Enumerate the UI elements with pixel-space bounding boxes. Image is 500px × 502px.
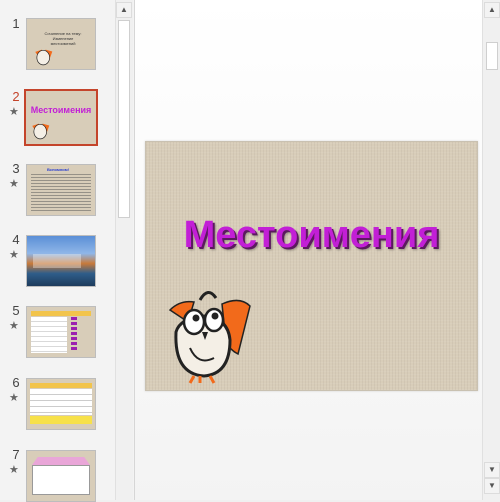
thumbnail-title: Вспомним! [47, 167, 70, 172]
slide-thumbnail-2[interactable]: Местоимения [24, 89, 98, 146]
scroll-down-button[interactable]: ▼ [484, 462, 500, 478]
owl-icon [168, 291, 251, 384]
slide-thumbnail-6[interactable] [26, 378, 96, 430]
thumbnail-text-lines [31, 174, 91, 212]
animation-star-icon: ★ [9, 320, 19, 332]
slide-title[interactable]: Местоимения [146, 214, 477, 257]
slide-number: 1 [12, 16, 20, 31]
animation-star-icon: ★ [9, 106, 19, 118]
scroll-up-button[interactable]: ▲ [116, 2, 132, 18]
scroll-page-down-button[interactable]: ▼ [484, 478, 500, 494]
slide-number: 4 [12, 232, 20, 247]
current-slide[interactable]: Местоимения [145, 141, 478, 391]
thumbnail-caption-box [33, 254, 81, 268]
slide-thumbnail-5[interactable] [26, 306, 96, 358]
scroll-up-button[interactable]: ▲ [484, 2, 500, 18]
animation-star-icon: ★ [9, 464, 19, 476]
slide-number: 2 [12, 89, 20, 104]
owl-icon [32, 123, 50, 140]
slide-number: 3 [12, 161, 20, 176]
slide-thumbnail-4[interactable] [26, 235, 96, 287]
thumbnail-table-header [31, 311, 91, 316]
thumbnail-scrollbar[interactable]: ▲ [115, 0, 133, 500]
thumbnail-table [32, 465, 90, 495]
thumbnail-table-footer [30, 416, 92, 424]
scroll-thumb[interactable] [486, 42, 498, 70]
slide-number: 7 [12, 447, 20, 462]
thumbnail-table-column [71, 317, 77, 351]
thumbnail-table [31, 317, 67, 353]
thumbnail-table [30, 389, 92, 415]
slide-thumbnail-1[interactable]: Сочинение на тему: Изменение местоимений [26, 18, 96, 70]
thumbnail-title: Сочинение на тему: Изменение местоимений [44, 31, 82, 46]
animation-star-icon: ★ [9, 392, 19, 404]
owl-icon [35, 49, 53, 66]
slide-number: 6 [12, 375, 20, 390]
slide-thumbnail-3[interactable]: Вспомним! [26, 164, 96, 216]
thumbnail-roof-shape [32, 457, 90, 465]
animation-star-icon: ★ [9, 178, 19, 190]
slide-thumbnail-7[interactable] [26, 450, 96, 502]
editor-scrollbar[interactable]: ▲ ▼ ▼ [482, 0, 500, 500]
scroll-thumb[interactable] [118, 20, 130, 218]
slide-thumbnail-pane: 1 Сочинение на тему: Изменение местоимен… [0, 0, 135, 502]
slide-number: 5 [12, 303, 20, 318]
animation-star-icon: ★ [9, 249, 19, 261]
thumbnail-table-header [30, 383, 92, 388]
thumbnail-title: Местоимения [30, 105, 92, 115]
